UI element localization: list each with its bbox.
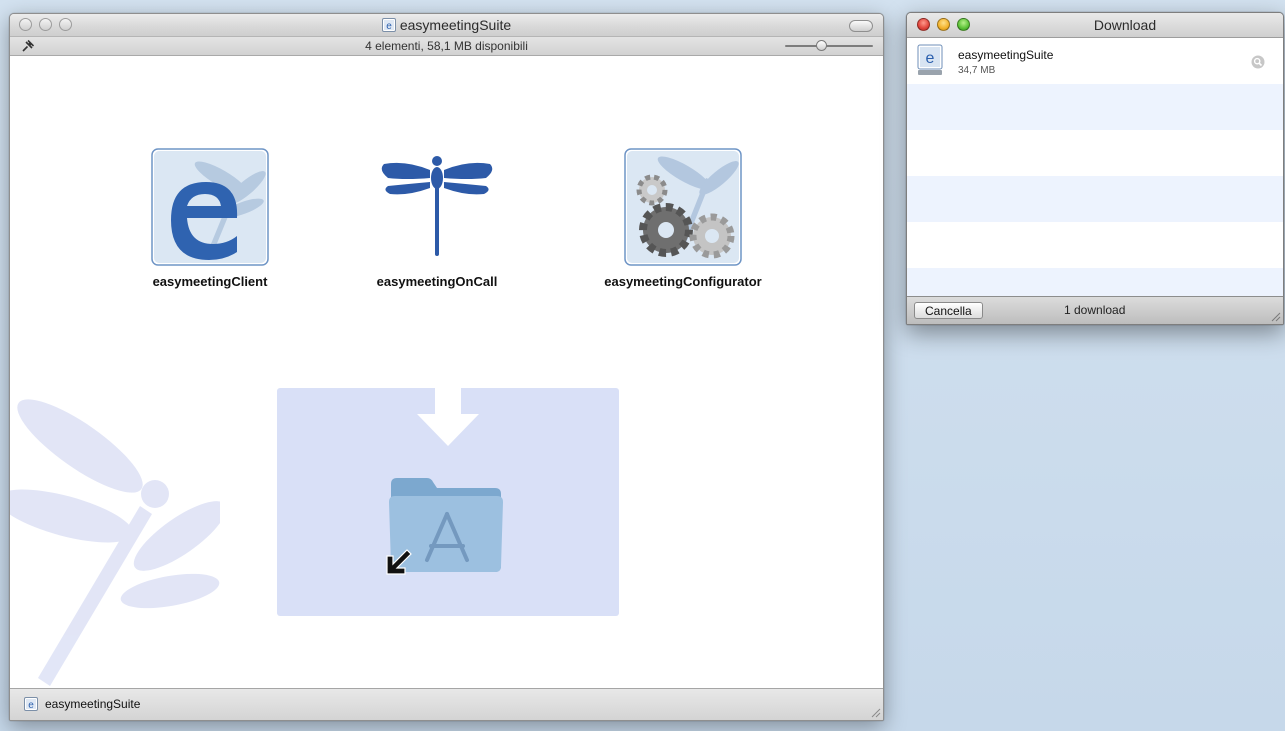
finder-window[interactable]: e easymeetingSuite 4 elementi, 58,1 MB d…	[9, 13, 884, 721]
finder-title-text: easymeetingSuite	[399, 17, 512, 33]
app-label: easymeetingOnCall	[376, 274, 498, 289]
resize-grip-icon[interactable]	[1269, 310, 1281, 322]
download-window-title: Download	[1093, 17, 1157, 33]
download-titlebar[interactable]: Download	[907, 13, 1283, 38]
app-easymeeting-client[interactable]: easymeetingClient	[110, 148, 310, 289]
list-stripe	[907, 222, 1283, 268]
resize-grip-icon[interactable]	[869, 706, 881, 718]
minimize-button[interactable]	[937, 18, 950, 31]
applications-folder-icon[interactable]	[383, 474, 509, 576]
easymeeting-oncall-icon[interactable]	[378, 148, 496, 266]
app-label: easymeetingClient	[152, 274, 268, 289]
finder-content: easymeetingClient easymeetingOnCall easy…	[10, 56, 883, 688]
finder-footer: e easymeetingSuite	[10, 688, 883, 720]
disk-image-file-icon: e	[917, 44, 943, 75]
list-stripe	[907, 84, 1283, 130]
magnifier-reveal-icon[interactable]	[1251, 55, 1265, 69]
finder-titlebar[interactable]: e easymeetingSuite	[10, 14, 883, 37]
toolbar-toggle-button[interactable]	[849, 20, 873, 32]
slider-knob[interactable]	[816, 40, 827, 51]
cancel-button[interactable]: Cancella	[914, 302, 983, 319]
app-easymeeting-configurator[interactable]: easymeetingConfigurator	[583, 148, 783, 289]
close-button[interactable]	[917, 18, 930, 31]
list-stripe	[907, 176, 1283, 222]
icon-size-slider[interactable]	[785, 40, 873, 52]
disk-image-icon: e	[381, 18, 396, 32]
easymeeting-client-icon[interactable]	[151, 148, 269, 266]
finder-statusbar: 4 elementi, 58,1 MB disponibili	[10, 37, 883, 56]
background-dragonfly-icon	[10, 399, 220, 686]
status-text: 4 elementi, 58,1 MB disponibili	[365, 39, 528, 53]
finder-window-title: e easymeetingSuite	[10, 17, 883, 33]
download-file-name: easymeetingSuite	[958, 48, 1054, 62]
app-easymeeting-oncall[interactable]: easymeetingOnCall	[337, 148, 537, 289]
download-window[interactable]: Download e easymeetingSuite 34,7 MB Canc…	[906, 12, 1284, 325]
download-bottombar: Cancella 1 download	[907, 296, 1283, 324]
easymeeting-configurator-icon[interactable]	[624, 148, 742, 266]
slider-track	[785, 45, 873, 47]
svg-text:e: e	[386, 21, 392, 32]
disk-image-icon: e	[24, 697, 38, 711]
download-item[interactable]: e easymeetingSuite 34,7 MB	[907, 38, 1283, 84]
arrow-down-icon	[417, 388, 479, 446]
svg-text:e: e	[28, 700, 34, 711]
footer-path: easymeetingSuite	[45, 697, 141, 711]
app-label: easymeetingConfigurator	[604, 274, 762, 289]
applications-drop-zone[interactable]	[277, 388, 619, 616]
list-stripe	[907, 130, 1283, 176]
download-file-size: 34,7 MB	[958, 65, 996, 76]
download-count: 1 download	[1064, 303, 1126, 317]
svg-text:e: e	[926, 50, 935, 67]
download-list: e easymeetingSuite 34,7 MB	[907, 38, 1283, 314]
